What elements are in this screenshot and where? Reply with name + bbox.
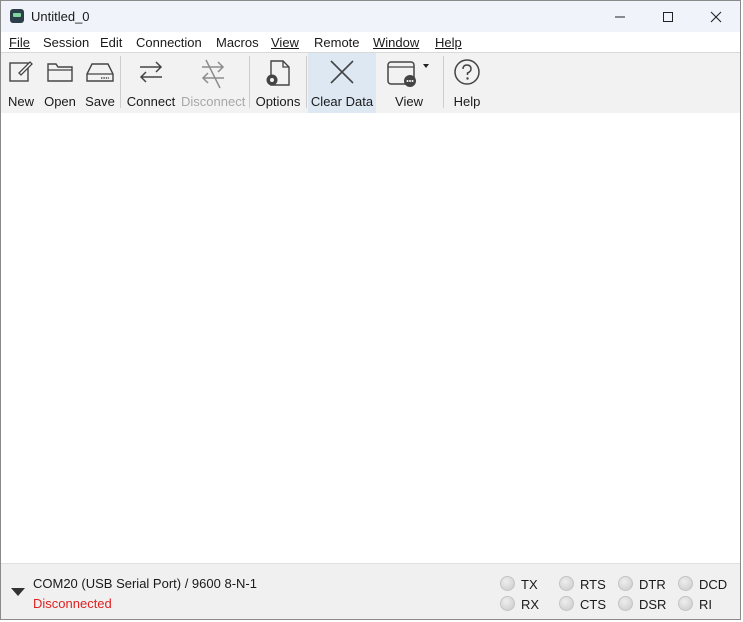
save-button[interactable]: Save	[83, 53, 117, 113]
toolbar-separator	[249, 56, 250, 108]
clear-x-icon	[330, 60, 354, 84]
toolbar: New Open Save Connect Disconnect Options…	[1, 52, 740, 114]
disconnect-arrows-icon	[201, 59, 225, 89]
clear-data-label: Clear Data	[310, 94, 374, 109]
help-question-icon	[454, 59, 480, 85]
menu-help[interactable]: Help	[435, 35, 462, 50]
disconnect-label: Disconnect	[181, 94, 246, 109]
cts-label: CTS	[580, 597, 606, 612]
close-icon	[710, 11, 722, 22]
ri-led-icon	[678, 596, 693, 611]
menu-macros[interactable]: Macros	[216, 35, 259, 50]
toolbar-separator	[443, 56, 444, 108]
help-button[interactable]: Help	[447, 53, 487, 113]
options-button[interactable]: Options	[253, 53, 303, 113]
dcd-led-icon	[678, 576, 693, 591]
window-title: Untitled_0	[31, 9, 90, 24]
save-label: Save	[85, 94, 115, 109]
view-label: View	[395, 94, 423, 109]
dcd-label: DCD	[699, 577, 728, 592]
connect-arrows-icon	[139, 61, 163, 83]
toolbar-separator	[306, 56, 307, 108]
clear-data-button[interactable]: Clear Data	[308, 53, 376, 113]
port-settings: COM20 (USB Serial Port) / 9600 8-N-1	[33, 576, 257, 591]
rx-led-icon	[500, 596, 515, 611]
app-icon	[10, 9, 24, 23]
new-button[interactable]: New	[5, 53, 37, 113]
dtr-led-icon	[618, 576, 633, 591]
menu-remote[interactable]: Remote	[314, 35, 360, 50]
open-label: Open	[44, 94, 76, 109]
tx-label: TX	[521, 577, 538, 592]
terminal-data-area[interactable]	[1, 113, 740, 562]
view-window-icon	[387, 61, 429, 87]
menu-view[interactable]: View	[271, 35, 299, 50]
minimize-button[interactable]	[597, 1, 643, 32]
rts-label: RTS	[580, 577, 606, 592]
menu-connection[interactable]: Connection	[136, 35, 202, 50]
status-bar: COM20 (USB Serial Port) / 9600 8-N-1 Dis…	[1, 563, 740, 619]
save-drive-icon	[86, 63, 114, 82]
expand-triangle-icon[interactable]	[11, 588, 25, 596]
menu-edit[interactable]: Edit	[100, 35, 122, 50]
maximize-button[interactable]	[645, 1, 691, 32]
ri-label: RI	[699, 597, 712, 612]
disconnect-button[interactable]: Disconnect	[181, 53, 245, 113]
title-bar: Untitled_0	[1, 1, 740, 32]
connection-status: Disconnected	[33, 596, 112, 611]
dtr-label: DTR	[639, 577, 666, 592]
app-window: Untitled_0 File Session Edit Connection …	[0, 0, 741, 620]
cts-led-icon	[559, 596, 574, 611]
close-button[interactable]	[693, 1, 739, 32]
new-icon	[9, 61, 33, 82]
minimize-icon	[615, 16, 625, 17]
open-button[interactable]: Open	[41, 53, 79, 113]
options-label: Options	[255, 94, 301, 109]
connect-button[interactable]: Connect	[124, 53, 178, 113]
connect-label: Connect	[126, 94, 176, 109]
view-button[interactable]: View	[381, 53, 437, 113]
new-label: New	[7, 94, 34, 109]
rts-led-icon	[559, 576, 574, 591]
rx-label: RX	[521, 597, 540, 612]
menu-bar: File Session Edit Connection Macros View…	[1, 32, 740, 52]
chevron-down-icon	[423, 64, 429, 68]
options-document-gear-icon	[266, 60, 290, 86]
menu-session[interactable]: Session	[43, 35, 89, 50]
tx-led-icon	[500, 576, 515, 591]
menu-window[interactable]: Window	[373, 35, 419, 50]
menu-file[interactable]: File	[9, 35, 30, 50]
dsr-led-icon	[618, 596, 633, 611]
help-label: Help	[453, 94, 481, 109]
dsr-label: DSR	[639, 597, 667, 612]
folder-open-icon	[47, 63, 73, 82]
toolbar-separator	[120, 56, 121, 108]
maximize-icon	[663, 11, 673, 22]
